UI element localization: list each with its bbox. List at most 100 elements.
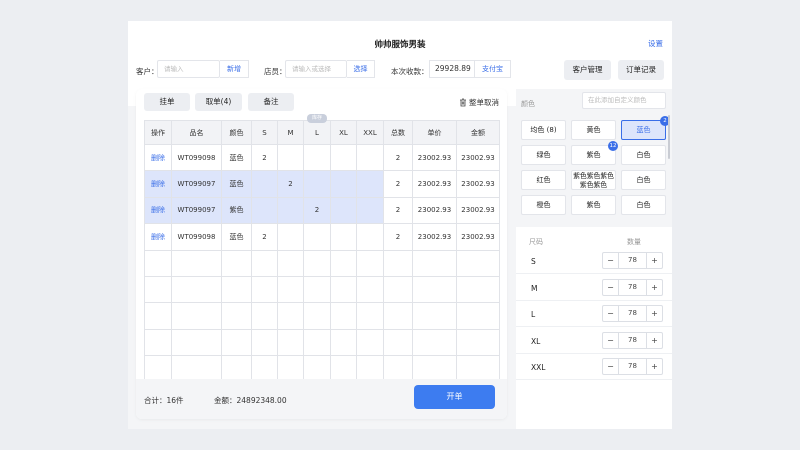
- order-records-button[interactable]: 订单记录: [618, 60, 664, 80]
- plus-icon[interactable]: +: [647, 359, 662, 374]
- column-header: XXL: [356, 120, 384, 145]
- customer-management-button[interactable]: 客户管理: [564, 60, 611, 80]
- color-chip[interactable]: 白色: [621, 170, 666, 190]
- column-header: 操作: [144, 120, 172, 145]
- clerk-input[interactable]: 请输入或选择: [285, 60, 347, 78]
- stock-badge: 库存: [307, 114, 327, 123]
- plus-icon[interactable]: +: [647, 280, 662, 295]
- color-chip[interactable]: 均色 (8): [521, 120, 566, 140]
- table-row[interactable]: 删除 WT099097 紫色 2 2 23002.93 23002.93: [144, 196, 500, 225]
- size-panel: 尺码 数量 S −78 + M −78 + L −78 + XL −78 + XXL −78 +: [516, 227, 672, 429]
- empty-cell: [144, 249, 172, 277]
- color-chip-label: 红色: [536, 176, 551, 184]
- add-customer-button[interactable]: 新增: [220, 60, 249, 78]
- color-section-label: 颜色: [521, 100, 535, 108]
- table-cell-amount: 23002.93: [456, 170, 500, 198]
- minus-icon[interactable]: −: [603, 253, 618, 268]
- count-badge: 12: [608, 141, 618, 151]
- custom-color-input[interactable]: 在此添加自定义颜色: [582, 92, 666, 109]
- table-cell-name: WT099098: [171, 223, 222, 251]
- select-clerk-button[interactable]: 选择: [347, 60, 375, 78]
- receipt-amount-field[interactable]: 29928.89: [429, 60, 475, 78]
- cancel-order-button[interactable]: 整单取消: [459, 97, 499, 108]
- plus-icon[interactable]: +: [647, 306, 662, 321]
- color-chip[interactable]: 白色: [621, 195, 666, 215]
- empty-cell: [171, 249, 222, 277]
- delete-row-button[interactable]: 删除: [144, 223, 172, 251]
- empty-cell: [412, 249, 457, 277]
- table-cell-total: 2: [383, 170, 413, 198]
- color-chip[interactable]: 红色: [521, 170, 566, 190]
- note-button[interactable]: 备注: [248, 93, 294, 111]
- quantity-value[interactable]: 78: [618, 253, 647, 268]
- total-amount: 金额：24892348.00: [214, 396, 287, 405]
- delete-row-button[interactable]: 删除: [144, 143, 172, 172]
- color-chip[interactable]: 绿色: [521, 145, 566, 165]
- quantity-stepper[interactable]: −78 +: [602, 358, 663, 376]
- open-order-button[interactable]: 开单: [414, 385, 495, 409]
- table-row[interactable]: 删除 WT099098 蓝色 2 2 23002.93 23002.93: [144, 143, 500, 172]
- table-cell-name: WT099097: [171, 196, 222, 225]
- quantity-value[interactable]: 78: [618, 359, 647, 375]
- table-cell-color: 蓝色: [221, 223, 252, 251]
- minus-icon[interactable]: −: [603, 359, 618, 374]
- quantity-value[interactable]: 78: [618, 306, 647, 322]
- minus-icon[interactable]: −: [603, 333, 618, 348]
- color-chip[interactable]: 蓝色 2: [621, 116, 670, 140]
- order-footer: 合计：16件 金额：24892348.00 开单: [136, 379, 507, 419]
- empty-row: [144, 328, 500, 357]
- size-header: 尺码: [529, 238, 543, 246]
- plus-icon[interactable]: +: [647, 333, 662, 348]
- hang-order-button[interactable]: 挂单: [144, 93, 190, 111]
- delete-row-button[interactable]: 删除: [144, 170, 172, 198]
- empty-cell: [277, 328, 304, 357]
- delete-row-button[interactable]: 删除: [144, 196, 172, 225]
- color-chip[interactable]: 黄色: [571, 120, 616, 140]
- color-chip[interactable]: 紫色: [571, 195, 616, 215]
- settings-link[interactable]: 设置: [648, 38, 663, 49]
- empty-cell: [303, 275, 331, 304]
- column-header: 单价: [412, 120, 457, 145]
- table-cell-xxl: [356, 143, 384, 172]
- color-chip[interactable]: 白色: [621, 145, 666, 165]
- table-cell-amount: 23002.93: [456, 196, 500, 225]
- quantity-stepper[interactable]: −78 +: [602, 252, 663, 269]
- empty-cell: [277, 302, 304, 330]
- table-cell-m: [277, 143, 304, 172]
- quantity-stepper[interactable]: −78 +: [602, 278, 663, 296]
- color-chip[interactable]: 紫色 12: [571, 141, 618, 165]
- quantity-stepper[interactable]: −78 +: [602, 305, 663, 323]
- empty-cell: [171, 275, 222, 304]
- table-row[interactable]: 删除 WT099097 蓝色 2 2 23002.93 23002.93: [144, 170, 500, 198]
- empty-cell: [144, 328, 172, 357]
- minus-icon[interactable]: −: [603, 280, 618, 295]
- size-row: M −78 +: [516, 275, 672, 301]
- payment-method-button[interactable]: 支付宝: [475, 60, 511, 78]
- customer-input[interactable]: 请输入: [157, 60, 220, 78]
- color-chip-label: 蓝色: [636, 126, 651, 134]
- customer-label: 客户：: [136, 67, 159, 76]
- table-cell-amount: 23002.93: [456, 223, 500, 251]
- plus-icon[interactable]: +: [647, 253, 662, 268]
- empty-cell: [356, 249, 384, 277]
- table-row[interactable]: 删除 WT099098 蓝色 2 2 23002.93 23002.93: [144, 223, 500, 251]
- empty-row: [144, 302, 500, 330]
- color-chip-label: 均色 (8): [530, 126, 557, 134]
- color-chip-label: 紫色: [586, 201, 601, 209]
- color-chip-label: 白色: [636, 151, 651, 159]
- empty-cell: [277, 275, 304, 304]
- empty-cell: [356, 328, 384, 357]
- quantity-value[interactable]: 78: [618, 279, 647, 295]
- trash-icon: [460, 98, 466, 107]
- table-cell-color: 蓝色: [221, 143, 252, 172]
- quantity-stepper[interactable]: −78 +: [602, 331, 663, 349]
- take-order-button[interactable]: 取单(4): [195, 93, 242, 111]
- quantity-value[interactable]: 78: [618, 332, 647, 348]
- empty-cell: [221, 249, 252, 277]
- color-chip[interactable]: 橙色: [521, 195, 566, 215]
- color-scrollbar[interactable]: [668, 115, 670, 159]
- minus-icon[interactable]: −: [603, 306, 618, 321]
- column-header: M: [277, 120, 304, 145]
- empty-cell: [330, 249, 357, 277]
- color-chip[interactable]: 紫色紫色紫色紫色紫色: [571, 170, 616, 190]
